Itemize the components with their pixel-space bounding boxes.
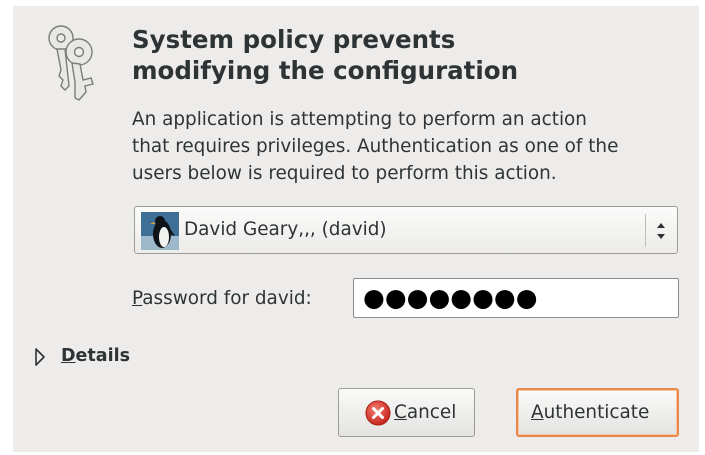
cancel-text: ancel — [406, 402, 457, 423]
expander-arrow-icon[interactable] — [34, 347, 46, 367]
up-down-arrows-icon — [657, 223, 665, 239]
message-line-1: An application is attempting to perform … — [132, 109, 587, 130]
details-label[interactable]: Details — [61, 346, 130, 366]
penguin-avatar — [141, 212, 179, 250]
title-line-1: System policy prevents — [132, 25, 456, 54]
authenticate-mnemonic: A — [531, 402, 544, 423]
user-select[interactable]: David Geary,,, (david) — [134, 206, 678, 254]
cancel-button-label: Cancel — [394, 402, 456, 423]
keys-icon — [48, 25, 94, 101]
authenticate-button[interactable]: Authenticate — [516, 388, 679, 437]
selected-user-label: David Geary,,, (david) — [184, 219, 387, 240]
message-line-2: that requires privileges. Authentication… — [132, 136, 619, 157]
password-masked-value: ●●●●●●●● — [363, 283, 538, 312]
cancel-mnemonic: C — [394, 402, 407, 423]
cancel-icon — [365, 400, 391, 426]
authenticate-button-label: Authenticate — [531, 402, 649, 423]
dialog-title: System policy prevents modifying the con… — [132, 24, 672, 86]
title-line-2: modifying the configuration — [132, 56, 519, 85]
password-label-text: assword for david: — [142, 288, 312, 309]
password-input[interactable]: ●●●●●●●● — [353, 278, 679, 318]
authentication-dialog: System policy prevents modifying the con… — [13, 6, 699, 452]
password-label: Password for david: — [132, 288, 312, 309]
password-label-mnemonic: P — [132, 288, 143, 309]
message-line-3: users below is required to perform this … — [132, 163, 557, 184]
cancel-button[interactable]: Cancel — [338, 388, 475, 437]
dialog-message: An application is attempting to perform … — [132, 106, 692, 187]
combo-separator — [645, 214, 646, 247]
details-label-mnemonic: D — [61, 346, 76, 366]
authenticate-text: uthenticate — [543, 402, 650, 423]
details-label-text: etails — [75, 346, 130, 366]
